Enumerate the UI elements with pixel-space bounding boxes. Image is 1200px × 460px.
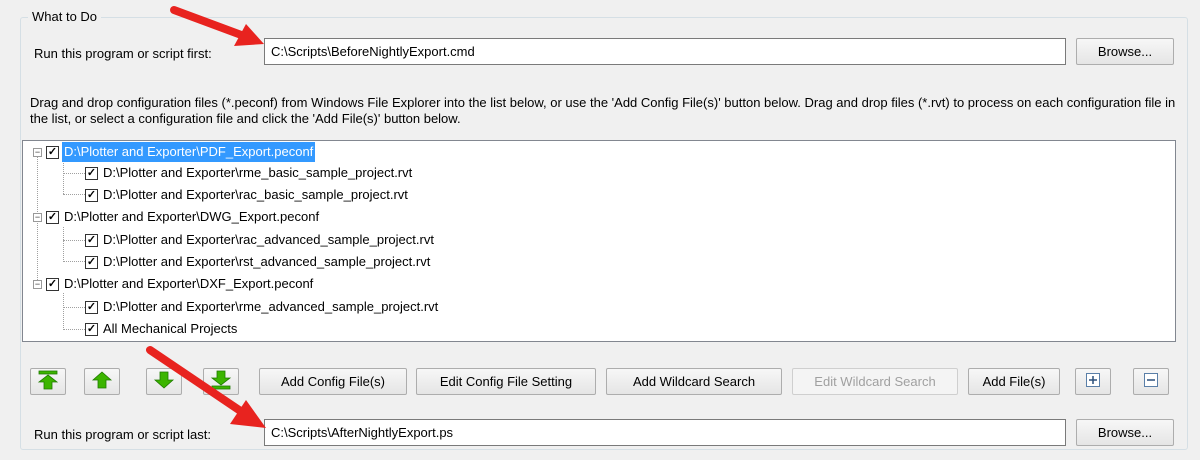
checkbox-checked-icon[interactable]: ✓ bbox=[85, 233, 98, 247]
tree-node-config[interactable]: − ✓ D:\Plotter and Exporter\PDF_Export.p… bbox=[33, 142, 316, 162]
tree-node-file[interactable]: ✓ D:\Plotter and Exporter\rme_advanced_s… bbox=[85, 297, 440, 317]
group-title: What to Do bbox=[28, 9, 102, 24]
tree-node-file[interactable]: ✓ D:\Plotter and Exporter\rme_basic_samp… bbox=[85, 163, 414, 183]
tree-connector bbox=[63, 307, 85, 308]
edit-wildcard-search-button[interactable]: Edit Wildcard Search bbox=[792, 368, 958, 395]
tree-node-label: D:\Plotter and Exporter\rme_basic_sample… bbox=[103, 165, 413, 180]
tree-node-label: D:\Plotter and Exporter\rac_basic_sample… bbox=[103, 187, 408, 202]
run-last-browse-button[interactable]: Browse... bbox=[1076, 419, 1174, 446]
move-up-button[interactable] bbox=[84, 368, 120, 395]
move-to-top-icon bbox=[37, 370, 59, 393]
collapse-all-button[interactable] bbox=[1133, 368, 1169, 395]
tree-node-label: D:\Plotter and Exporter\DWG_Export.pecon… bbox=[64, 209, 320, 224]
collapse-icon[interactable]: − bbox=[33, 147, 42, 157]
tree-node-label: D:\Plotter and Exporter\rst_advanced_sam… bbox=[103, 254, 431, 269]
checkbox-checked-icon[interactable]: ✓ bbox=[85, 255, 98, 269]
tree-node-label: All Mechanical Projects bbox=[103, 321, 238, 336]
edit-config-file-setting-button[interactable]: Edit Config File Setting bbox=[416, 368, 596, 395]
tree-node-label: D:\Plotter and Exporter\DXF_Export.pecon… bbox=[64, 276, 314, 291]
annotation-arrow-icon bbox=[170, 6, 264, 46]
tree-connector bbox=[63, 227, 64, 260]
tree-node-label: D:\Plotter and Exporter\PDF_Export.pecon… bbox=[62, 142, 316, 162]
instructions-text: Drag and drop configuration files (*.pec… bbox=[30, 95, 1176, 126]
tree-connector bbox=[63, 329, 85, 330]
tree-connector bbox=[63, 293, 64, 330]
checkbox-checked-icon[interactable]: ✓ bbox=[85, 188, 98, 202]
tree-node-config[interactable]: − ✓ D:\Plotter and Exporter\DXF_Export.p… bbox=[33, 274, 315, 294]
tree-connector bbox=[63, 173, 85, 174]
checkbox-checked-icon[interactable]: ✓ bbox=[46, 277, 59, 291]
expand-all-icon bbox=[1085, 372, 1101, 391]
checkbox-checked-icon[interactable]: ✓ bbox=[85, 166, 98, 180]
checkbox-checked-icon[interactable]: ✓ bbox=[85, 300, 98, 314]
checkbox-checked-icon[interactable]: ✓ bbox=[85, 322, 98, 336]
tree-connector bbox=[63, 161, 64, 194]
collapse-all-icon bbox=[1143, 372, 1159, 391]
tree-node-label: D:\Plotter and Exporter\rac_advanced_sam… bbox=[103, 232, 434, 247]
add-wildcard-search-button[interactable]: Add Wildcard Search bbox=[606, 368, 782, 395]
run-first-browse-button[interactable]: Browse... bbox=[1076, 38, 1174, 65]
add-config-files-button[interactable]: Add Config File(s) bbox=[259, 368, 407, 395]
tree-node-file[interactable]: ✓ D:\Plotter and Exporter\rac_basic_samp… bbox=[85, 185, 410, 205]
config-tree[interactable]: − ✓ D:\Plotter and Exporter\PDF_Export.p… bbox=[22, 140, 1176, 342]
tree-connector bbox=[63, 194, 85, 195]
add-files-button[interactable]: Add File(s) bbox=[968, 368, 1060, 395]
move-to-top-button[interactable] bbox=[30, 368, 66, 395]
expand-all-button[interactable] bbox=[1075, 368, 1111, 395]
annotation-arrow-icon bbox=[146, 346, 266, 428]
run-last-input[interactable]: C:\Scripts\AfterNightlyExport.ps bbox=[264, 419, 1066, 446]
tree-connector bbox=[63, 261, 85, 262]
tree-node-file[interactable]: ✓ All Mechanical Projects bbox=[85, 319, 239, 339]
tree-node-file[interactable]: ✓ D:\Plotter and Exporter\rac_advanced_s… bbox=[85, 230, 436, 250]
tree-connector bbox=[63, 240, 85, 241]
collapse-icon[interactable]: − bbox=[33, 279, 42, 289]
checkbox-checked-icon[interactable]: ✓ bbox=[46, 210, 59, 224]
move-up-icon bbox=[91, 370, 113, 393]
run-first-input[interactable]: C:\Scripts\BeforeNightlyExport.cmd bbox=[264, 38, 1066, 65]
tree-node-file[interactable]: ✓ D:\Plotter and Exporter\rst_advanced_s… bbox=[85, 252, 432, 272]
tree-node-label: D:\Plotter and Exporter\rme_advanced_sam… bbox=[103, 299, 439, 314]
checkbox-checked-icon[interactable]: ✓ bbox=[46, 145, 59, 159]
collapse-icon[interactable]: − bbox=[33, 212, 42, 222]
tree-node-config[interactable]: − ✓ D:\Plotter and Exporter\DWG_Export.p… bbox=[33, 207, 321, 227]
